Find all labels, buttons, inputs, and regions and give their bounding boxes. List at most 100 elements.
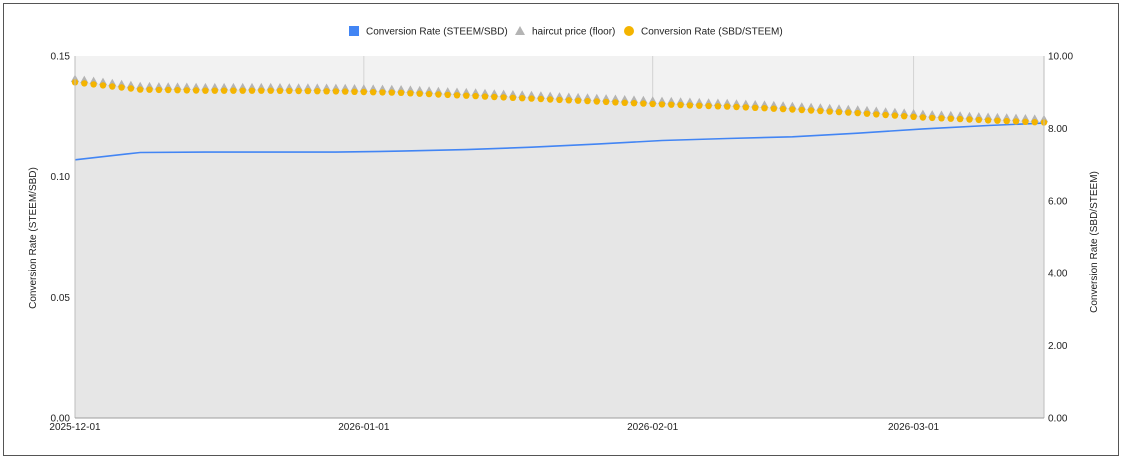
circle-marker bbox=[863, 110, 871, 117]
circle-marker bbox=[705, 102, 712, 110]
y-axis-right-label: Conversion Rate (SBD/STEEM) bbox=[1089, 171, 1100, 313]
y-axis-left-label: Conversion Rate (STEEM/SBD) bbox=[28, 167, 39, 309]
circle-marker bbox=[584, 97, 591, 105]
legend-swatch-triangle bbox=[515, 26, 525, 35]
circle-marker bbox=[500, 94, 507, 101]
circle-marker bbox=[733, 103, 740, 111]
circle-marker bbox=[556, 96, 563, 104]
circle-marker bbox=[668, 101, 675, 108]
circle-marker bbox=[947, 115, 954, 122]
circle-marker bbox=[202, 87, 209, 94]
circle-marker bbox=[1012, 118, 1020, 125]
circle-marker bbox=[81, 80, 88, 87]
y-right-tick-label: 6.00 bbox=[1048, 196, 1068, 207]
legend: Conversion Rate (STEEM/SBD) haircut price… bbox=[349, 26, 783, 38]
x-tick-label: 2025-12-01 bbox=[49, 422, 101, 433]
circle-marker bbox=[519, 95, 526, 102]
circle-marker bbox=[677, 101, 684, 109]
circle-marker bbox=[314, 88, 321, 95]
circle-marker bbox=[640, 100, 647, 107]
circle-marker bbox=[276, 87, 284, 95]
circle-marker bbox=[873, 111, 880, 118]
circle-marker bbox=[835, 108, 843, 116]
circle-marker bbox=[342, 88, 349, 95]
y-right-tick-label: 4.00 bbox=[1048, 269, 1068, 280]
circle-marker bbox=[90, 81, 97, 88]
circle-marker bbox=[630, 100, 638, 107]
conversion-rate-chart: Conversion Rate (STEEM/SBD) haircut price… bbox=[28, 26, 1100, 433]
circle-marker bbox=[901, 113, 908, 120]
circle-marker bbox=[239, 87, 246, 94]
circle-marker bbox=[258, 87, 265, 94]
circle-marker bbox=[621, 99, 628, 107]
y-left-tick-label: 0.10 bbox=[51, 172, 71, 183]
circle-marker bbox=[779, 105, 787, 113]
circle-marker bbox=[379, 89, 386, 96]
circle-marker bbox=[854, 109, 861, 117]
circle-marker bbox=[1022, 118, 1029, 126]
legend-label: haircut price (floor) bbox=[532, 27, 615, 38]
y-right-tick-label: 2.00 bbox=[1048, 341, 1068, 352]
circle-marker bbox=[919, 114, 927, 121]
circle-marker bbox=[230, 87, 237, 94]
circle-marker bbox=[798, 106, 805, 114]
legend-label: Conversion Rate (STEEM/SBD) bbox=[366, 27, 508, 38]
circle-marker bbox=[491, 93, 498, 101]
y-left-tick-label: 0.15 bbox=[51, 52, 71, 63]
circle-marker bbox=[724, 103, 731, 110]
circle-marker bbox=[192, 87, 200, 94]
circle-marker bbox=[99, 82, 107, 89]
circle-marker bbox=[127, 85, 135, 92]
y-right-tick-label: 0.00 bbox=[1048, 414, 1068, 425]
circle-marker bbox=[752, 104, 759, 112]
circle-marker bbox=[649, 100, 656, 108]
circle-marker bbox=[742, 104, 749, 111]
circle-marker bbox=[528, 95, 535, 102]
circle-marker bbox=[425, 90, 433, 98]
circle-marker bbox=[267, 87, 274, 94]
circle-marker bbox=[165, 86, 172, 94]
circle-marker bbox=[416, 90, 423, 97]
circle-marker bbox=[397, 89, 405, 97]
circle-marker bbox=[956, 115, 964, 123]
circle-marker bbox=[845, 109, 852, 116]
circle-marker bbox=[574, 97, 582, 104]
series-area bbox=[75, 81, 1044, 419]
circle-marker bbox=[146, 86, 153, 93]
circle-marker bbox=[295, 87, 302, 95]
circle-marker bbox=[1003, 117, 1010, 125]
area-fill bbox=[75, 81, 1044, 419]
circle-marker bbox=[286, 87, 293, 95]
circle-marker bbox=[975, 116, 982, 124]
circle-marker bbox=[109, 83, 116, 90]
circle-marker bbox=[444, 91, 451, 99]
circle-marker bbox=[537, 95, 545, 103]
circle-marker bbox=[463, 92, 470, 99]
circle-marker bbox=[547, 96, 554, 103]
x-tick-label: 2026-03-01 bbox=[888, 422, 940, 433]
circle-marker bbox=[370, 89, 377, 96]
circle-marker bbox=[183, 87, 190, 94]
circle-marker bbox=[174, 87, 181, 94]
circle-marker bbox=[696, 102, 703, 109]
circle-marker bbox=[360, 88, 367, 96]
y-left-tick-label: 0.05 bbox=[51, 293, 71, 304]
circle-marker bbox=[155, 86, 163, 94]
circle-marker bbox=[565, 97, 572, 104]
circle-marker bbox=[248, 87, 256, 94]
circle-marker bbox=[453, 92, 461, 99]
circle-marker bbox=[118, 84, 125, 91]
circle-marker bbox=[761, 105, 768, 112]
circle-marker bbox=[817, 107, 824, 115]
circle-marker bbox=[612, 99, 619, 106]
circle-marker bbox=[1031, 119, 1038, 126]
circle-marker bbox=[332, 88, 340, 95]
circle-marker bbox=[714, 103, 722, 110]
circle-marker bbox=[220, 87, 228, 94]
circle-marker bbox=[770, 105, 777, 112]
circle-marker bbox=[807, 107, 815, 114]
circle-marker bbox=[304, 87, 312, 95]
circle-marker bbox=[351, 88, 358, 96]
legend-swatch-square bbox=[349, 26, 359, 36]
x-tick-label: 2026-02-01 bbox=[627, 422, 679, 433]
